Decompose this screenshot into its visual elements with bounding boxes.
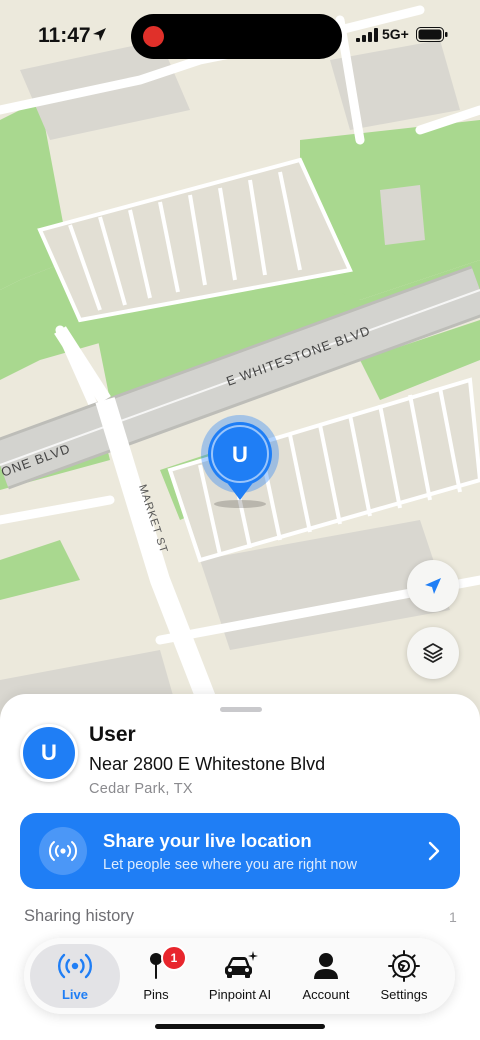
locate-me-button[interactable]	[407, 560, 459, 612]
location-arrow-icon	[93, 28, 106, 41]
tab-account[interactable]: Account	[290, 944, 362, 1008]
dynamic-island	[131, 14, 342, 59]
user-name: User	[89, 723, 136, 746]
layers-icon	[423, 643, 443, 663]
share-card-title: Share your live location	[103, 830, 312, 851]
broadcast-icon	[56, 949, 94, 983]
pins-badge: 1	[161, 945, 187, 971]
car-sparkle-icon	[222, 949, 258, 983]
tab-settings[interactable]: Settings	[368, 944, 440, 1008]
home-indicator[interactable]	[155, 1024, 325, 1029]
tab-pinpoint-ai-label: Pinpoint AI	[208, 987, 272, 1002]
location-arrow-icon	[425, 578, 441, 594]
sharing-history-label[interactable]: Sharing history	[24, 907, 134, 926]
avatar[interactable]: U	[20, 724, 78, 782]
broadcast-icon	[39, 827, 87, 875]
gear-icon	[388, 949, 420, 983]
battery-icon	[416, 27, 448, 42]
tab-bar: Live Pins 1 Pinpoint AI Account Settings	[24, 938, 455, 1014]
user-address: Near 2800 E Whitestone Blvd	[89, 754, 326, 774]
chevron-right-icon	[428, 841, 440, 861]
recording-indicator-icon	[143, 26, 164, 47]
tab-pins-label: Pins	[143, 987, 169, 1002]
tab-pinpoint-ai[interactable]: Pinpoint AI	[198, 944, 282, 1008]
status-time: 11:47	[38, 24, 91, 47]
tab-live[interactable]: Live	[30, 944, 120, 1008]
share-live-location-button[interactable]: Share your live location Let people see …	[20, 813, 460, 889]
tab-account-label: Account	[302, 987, 350, 1002]
signal-bars-icon	[356, 28, 378, 42]
map-layers-button[interactable]	[407, 627, 459, 679]
share-card-subtitle: Let people see where you are right now	[103, 857, 357, 873]
sheet-grabber[interactable]	[220, 707, 262, 712]
user-marker-initial: U	[232, 442, 248, 467]
tab-live-label: Live	[61, 987, 88, 1002]
status-bar: 11:47 5G+	[0, 0, 480, 70]
person-icon	[312, 949, 340, 983]
tab-settings-label: Settings	[380, 987, 428, 1002]
user-city: Cedar Park, TX	[89, 781, 193, 797]
network-type: 5G+	[382, 26, 409, 42]
sharing-history-count: 1	[449, 909, 457, 925]
